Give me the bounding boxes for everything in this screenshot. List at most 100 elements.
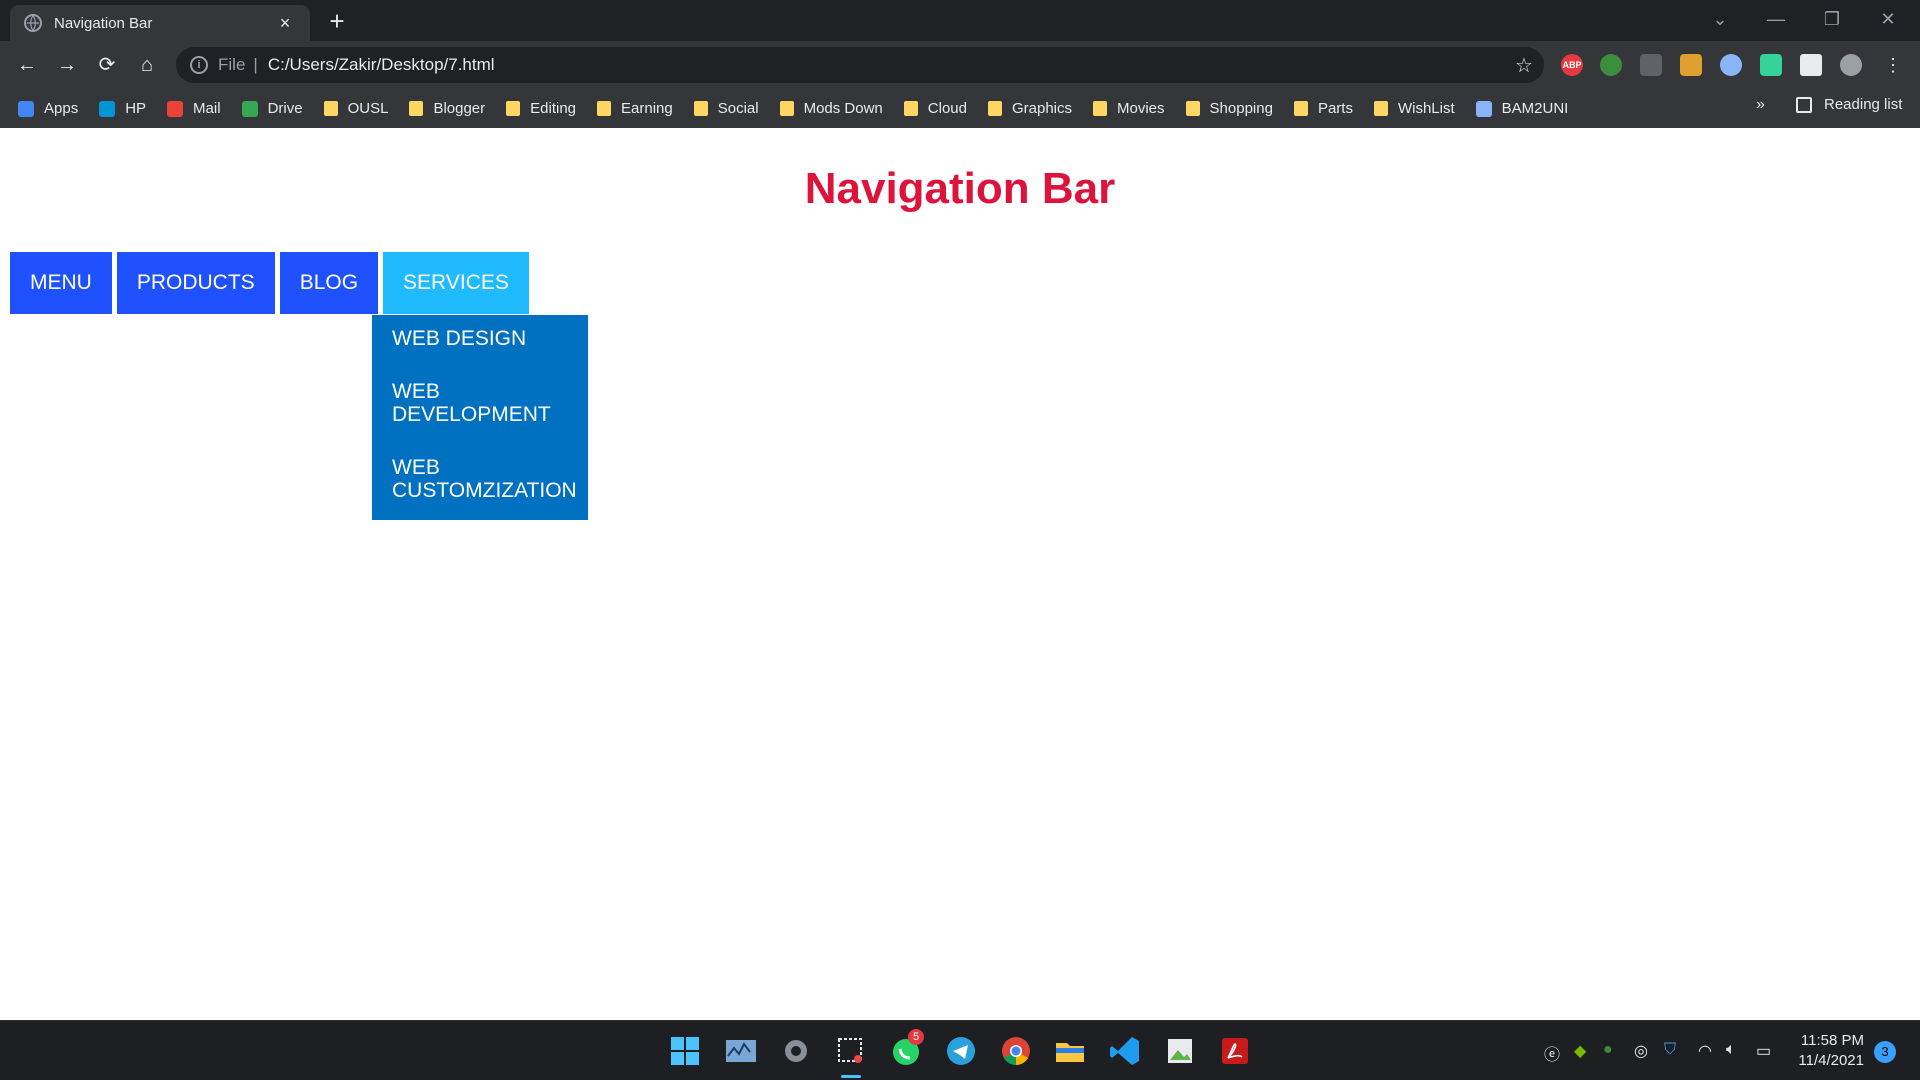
close-window-button[interactable]: ✕ (1860, 0, 1916, 40)
profile-avatar[interactable] (1840, 54, 1862, 76)
tray-app-icon[interactable]: ◎ (1634, 1041, 1648, 1061)
bookmark-mods-down[interactable]: Mods Down (779, 100, 883, 117)
bookmark-label: Blogger (433, 100, 486, 117)
home-button[interactable]: ⌂ (132, 50, 162, 80)
folder-icon (903, 101, 918, 116)
bookmark-label: Cloud (927, 100, 967, 117)
tray-extension-icon[interactable]: ● (1603, 1041, 1613, 1059)
bookmark-social[interactable]: Social (693, 100, 759, 117)
start-icon[interactable] (668, 1034, 702, 1068)
resource-monitor-icon[interactable] (724, 1034, 758, 1068)
bookmark-label: Parts (1317, 100, 1353, 117)
bookmark-label: BAM2UNI (1501, 100, 1569, 117)
hp-icon (99, 100, 116, 117)
bookmark-graphics[interactable]: Graphics (987, 100, 1072, 117)
folder-icon (1373, 101, 1388, 116)
globe-icon (24, 14, 42, 32)
dropdown-item-web-development[interactable]: WEB DEVELOPMENT (392, 380, 568, 426)
url-scheme: File (218, 55, 246, 74)
pdf-extension-icon[interactable] (1640, 54, 1662, 76)
navigation-bar: MENU PRODUCTS BLOG SERVICES (10, 252, 534, 314)
apps-icon (18, 100, 34, 117)
url-text[interactable]: C:/Users/Zakir/Desktop/7.html (268, 55, 1504, 75)
bookmarks-overflow-button[interactable]: » (1756, 96, 1765, 114)
notification-badge[interactable]: 3 (1874, 1041, 1896, 1063)
nav-item-services[interactable]: SERVICES (383, 252, 529, 314)
bookmark-label: OUSL (347, 100, 389, 117)
page-content: Navigation Bar MENU PRODUCTS BLOG SERVICES … (0, 128, 1920, 1020)
reload-button[interactable]: ⟳ (92, 50, 122, 80)
folder-icon (409, 101, 424, 116)
volume-icon[interactable]: 🔈︎ (1726, 1041, 1736, 1059)
bookmark-label: Social (717, 100, 759, 117)
address-bar[interactable]: i File | C:/Users/Zakir/Desktop/7.html ☆ (176, 47, 1544, 83)
system-clock[interactable]: 11:58 PM 11/4/2021 (1790, 1031, 1864, 1071)
minimize-button[interactable]: — (1748, 0, 1804, 40)
security-shield-icon[interactable]: ⛉ (1664, 1041, 1676, 1059)
folder-icon (779, 101, 794, 116)
bookmark-label: Mods Down (803, 100, 883, 117)
clock-date: 11/4/2021 (1798, 1052, 1864, 1069)
bookmark-parts[interactable]: Parts (1293, 100, 1353, 117)
bookmark-hp[interactable]: HP (99, 100, 146, 117)
vscode-icon[interactable] (1108, 1034, 1142, 1068)
close-tab-icon[interactable]: × (274, 13, 296, 34)
bookmark-label: Apps (44, 100, 79, 117)
services-dropdown: WEB DESIGN WEB DEVELOPMENT WEB CUSTOMZIZAT… (372, 315, 588, 520)
folder-icon (506, 101, 521, 116)
menu-dots-icon[interactable]: ⋮ (1878, 50, 1908, 80)
chrome-icon[interactable] (999, 1034, 1033, 1068)
dropdown-item-web-customzization[interactable]: WEB CUSTOMZIZATION (392, 456, 577, 502)
tab-search-icon[interactable]: ⌄ (1692, 0, 1748, 40)
adblock-icon[interactable]: ABP (1561, 54, 1583, 76)
site-icon (1475, 100, 1492, 117)
file-explorer-icon[interactable] (1053, 1034, 1087, 1068)
edge-icon[interactable]: ⓔ (1544, 1041, 1560, 1065)
back-button[interactable]: ← (12, 50, 42, 80)
bookmark-movies[interactable]: Movies (1093, 100, 1165, 117)
extensions-puzzle-icon[interactable] (1800, 54, 1822, 76)
bookmark-label: Drive (267, 100, 303, 117)
info-icon[interactable]: i (190, 56, 208, 74)
forward-button[interactable]: → (52, 50, 82, 80)
extension-icon[interactable] (1600, 54, 1622, 76)
snipping-tool-icon[interactable] (834, 1034, 868, 1068)
bookmark-wishlist[interactable]: WishList (1373, 100, 1455, 117)
bookmark-mail[interactable]: Mail (167, 100, 221, 117)
new-tab-button[interactable]: + (322, 6, 352, 36)
tab-strip: Navigation Bar × + ⌄ — ❐ ✕ (0, 0, 1920, 41)
mail-extension-icon[interactable] (1680, 54, 1702, 76)
bookmarks-bar: Apps HP Mail Drive OUSL Blogger Editing Earning… (0, 89, 1920, 128)
folder-icon (1093, 101, 1108, 116)
nav-item-products[interactable]: PRODUCTS (116, 252, 275, 314)
wifi-icon[interactable]: ◠ (1698, 1041, 1712, 1061)
dropdown-item-web-design[interactable]: WEB DESIGN (392, 327, 568, 350)
image-editor-icon[interactable] (1163, 1034, 1197, 1068)
bookmark-label: Earning (621, 100, 673, 117)
browser-chrome: Navigation Bar × + ⌄ — ❐ ✕ ← → ⟳ ⌂ i Fil… (0, 0, 1920, 128)
bookmark-bam2uni[interactable]: BAM2UNI (1475, 100, 1569, 117)
nav-item-menu[interactable]: MENU (10, 252, 112, 314)
telegram-icon[interactable] (944, 1034, 978, 1068)
bookmark-star-icon[interactable]: ☆ (1504, 53, 1544, 78)
restore-button[interactable]: ❐ (1804, 0, 1860, 40)
bookmark-apps[interactable]: Apps (18, 100, 78, 117)
browser-tab[interactable]: Navigation Bar × (10, 5, 310, 41)
nvidia-icon[interactable]: ◆ (1574, 1041, 1586, 1061)
bookmark-editing[interactable]: Editing (506, 100, 576, 117)
acrobat-icon[interactable] (1218, 1034, 1252, 1068)
extension-icon-2[interactable] (1720, 54, 1742, 76)
bookmark-shopping[interactable]: Shopping (1185, 100, 1273, 117)
bookmark-earning[interactable]: Earning (597, 100, 673, 117)
folder-icon (323, 101, 338, 116)
browser-toolbar: ← → ⟳ ⌂ i File | C:/Users/Zakir/Desktop/… (0, 41, 1920, 89)
bookmark-ousl[interactable]: OUSL (323, 100, 389, 117)
extension-icon-3[interactable] (1760, 54, 1782, 76)
bookmark-cloud[interactable]: Cloud (903, 100, 967, 117)
nav-item-blog[interactable]: BLOG (279, 252, 379, 314)
settings-gear-icon[interactable] (779, 1034, 813, 1068)
bookmark-drive[interactable]: Drive (241, 100, 303, 117)
bookmark-blogger[interactable]: Blogger (409, 100, 485, 117)
reading-list-button[interactable]: Reading list (1796, 96, 1902, 113)
battery-icon[interactable]: ▭ (1756, 1041, 1771, 1061)
